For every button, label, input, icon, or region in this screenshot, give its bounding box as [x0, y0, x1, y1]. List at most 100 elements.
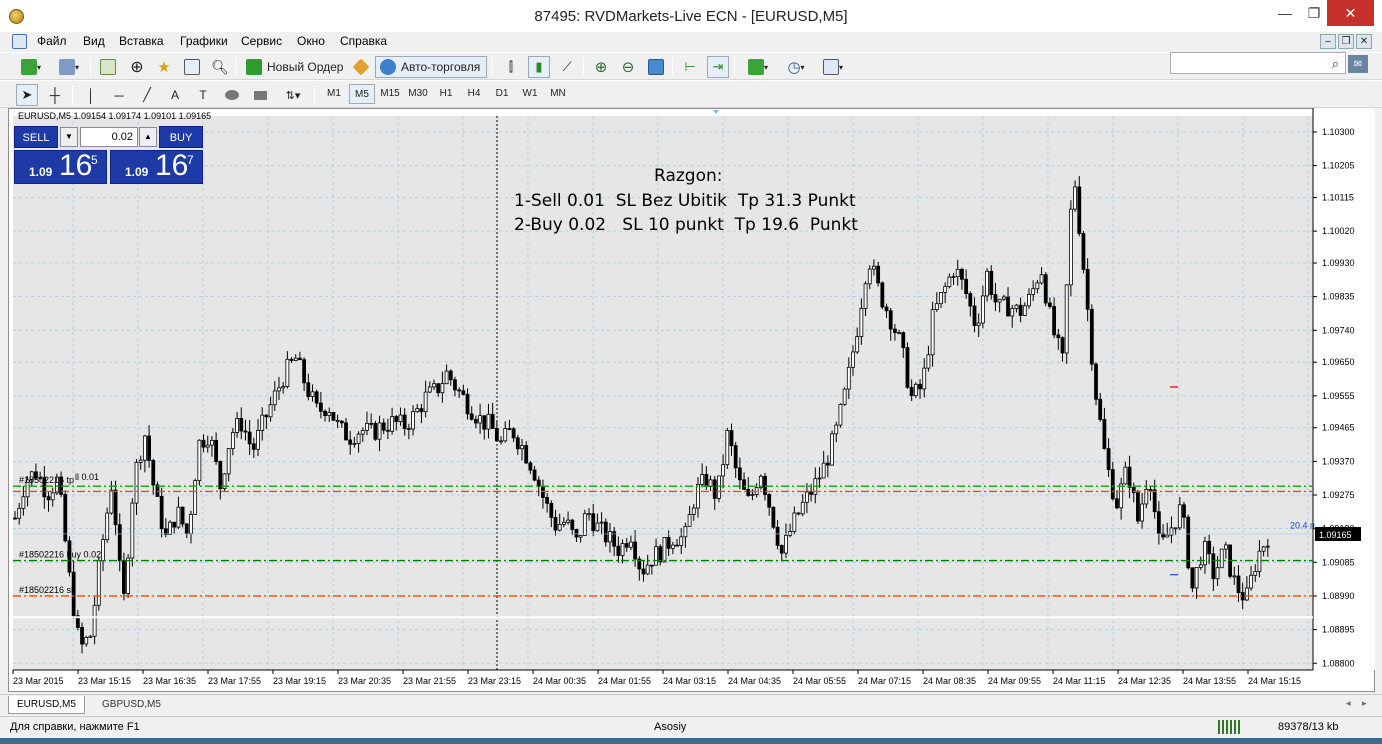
timeframe-m5[interactable]: M5	[349, 84, 375, 104]
candle-body	[532, 469, 537, 481]
sell-button[interactable]: SELL	[14, 126, 58, 148]
timeframe-m1[interactable]: M1	[321, 84, 347, 104]
candle-body	[360, 429, 365, 435]
vertical-line-tool[interactable]: │	[80, 84, 102, 106]
data-window-button[interactable]: ⊕	[126, 56, 148, 78]
auto-trading-button[interactable]: Авто-торговля	[375, 56, 487, 78]
bar-chart-button[interactable]: ⫿	[500, 56, 522, 78]
candle-body	[21, 496, 26, 509]
auto-trading-label: Авто-торговля	[401, 60, 481, 74]
cursor-tool[interactable]: ➤	[16, 84, 38, 106]
mdi-close-button[interactable]: ✕	[1356, 34, 1372, 49]
menu-charts[interactable]: Графики	[180, 34, 228, 48]
candle-body	[846, 366, 851, 390]
candle-body	[101, 539, 105, 562]
ellipse-tool[interactable]	[221, 84, 243, 106]
candle-body	[834, 424, 839, 435]
taskbar-strip	[0, 738, 1382, 744]
search-input[interactable]: ⌕	[1170, 52, 1346, 74]
terminal-button[interactable]	[181, 56, 203, 78]
text-tool[interactable]: A	[164, 84, 186, 106]
timeframe-mn[interactable]: MN	[545, 84, 571, 104]
menu-insert[interactable]: Вставка	[119, 34, 164, 48]
candle-body	[520, 445, 524, 450]
candlestick-button[interactable]: ▮	[528, 56, 550, 78]
candle-body	[670, 544, 675, 549]
messages-button[interactable]: ✉	[1348, 55, 1368, 73]
horizontal-line-tool[interactable]: ─	[108, 84, 130, 106]
candle-body	[976, 322, 981, 327]
periods-button[interactable]: ◷ ▾	[779, 56, 813, 78]
candle-body	[679, 536, 684, 546]
crosshair-tool[interactable]: ┼	[44, 84, 66, 106]
shift-marker-triangle[interactable]	[713, 110, 719, 114]
templates-button[interactable]: ▾	[816, 56, 850, 78]
lot-size-input[interactable]: 0.02	[80, 127, 138, 147]
candle-body	[243, 430, 248, 433]
timeframe-h1[interactable]: H1	[433, 84, 459, 104]
market-watch-button[interactable]	[97, 56, 119, 78]
candle-body	[1173, 527, 1178, 530]
zoom-in-button[interactable]: ⊕	[590, 56, 612, 78]
candle-body	[947, 276, 952, 287]
text-label-tool[interactable]: T	[192, 84, 214, 106]
candle-body	[427, 386, 432, 393]
sell-price-button[interactable]: 1.09 16 5	[14, 149, 107, 184]
menu-tools[interactable]: Сервис	[241, 34, 282, 48]
strategy-tester-button[interactable]: 🔍︎	[209, 56, 231, 78]
new-chart-button[interactable]: ▾	[14, 56, 48, 78]
profiles-button[interactable]: ▾	[52, 56, 86, 78]
candle-body	[461, 390, 466, 395]
x-tick-label: 23 Mar 16:35	[143, 676, 196, 686]
timeframe-h4[interactable]: H4	[461, 84, 487, 104]
timeframe-w1[interactable]: W1	[517, 84, 543, 104]
menu-view[interactable]: Вид	[83, 34, 105, 48]
mdi-minimize-button[interactable]: ‒	[1320, 34, 1336, 49]
candle-body	[406, 428, 411, 430]
chat-icon: ✉	[1353, 58, 1363, 70]
timeframe-d1[interactable]: D1	[489, 84, 515, 104]
rectangle-tool[interactable]	[249, 84, 271, 106]
candle-body	[226, 448, 231, 475]
buy-price-button[interactable]: 1.09 16 7	[110, 149, 203, 184]
candle-body	[779, 545, 784, 554]
candle-body	[700, 474, 705, 485]
tab-eurusd[interactable]: EURUSD,M5	[8, 696, 85, 714]
new-order-button[interactable]: Новый Ордер	[242, 56, 348, 78]
metaeditor-button[interactable]	[350, 56, 372, 78]
buy-price-prefix: 1.09	[125, 165, 149, 179]
tab-scroll-left-icon[interactable]: ◂	[1346, 698, 1351, 709]
menu-window[interactable]: Окно	[297, 34, 325, 48]
tab-scroll-right-icon[interactable]: ▸	[1362, 698, 1367, 709]
mdi-restore-button[interactable]: ❐	[1338, 34, 1354, 49]
timeframe-m15[interactable]: M15	[377, 84, 403, 104]
menu-file[interactable]: Файл	[37, 34, 67, 48]
tab-gbpusd[interactable]: GBPUSD,M5	[94, 696, 169, 714]
indicators-button[interactable]: ▾	[741, 56, 775, 78]
tile-windows-button[interactable]	[645, 56, 667, 78]
navigator-button[interactable]: ★	[153, 56, 175, 78]
chart-shift-button[interactable]: ⊢	[679, 56, 701, 78]
timeframe-m30[interactable]: M30	[405, 84, 431, 104]
candle-body	[247, 431, 252, 445]
candle-body	[511, 428, 516, 439]
buy-button[interactable]: BUY	[159, 126, 203, 148]
zoom-out-button[interactable]: ⊖	[617, 56, 639, 78]
x-tick-label: 23 Mar 2015	[13, 676, 64, 686]
line-chart-button[interactable]: ⟋	[556, 56, 578, 78]
market-watch-icon	[100, 59, 116, 75]
chart-window-icon[interactable]	[12, 34, 27, 49]
candle-body	[80, 627, 84, 645]
restore-button[interactable]: ❐	[1297, 0, 1331, 26]
search-icon[interactable]: ⌕	[1332, 56, 1339, 72]
auto-scroll-button[interactable]: ⇥	[707, 56, 729, 78]
candle-body	[327, 411, 332, 416]
lot-increase-button[interactable]: ▲	[139, 127, 157, 147]
candle-body	[465, 393, 470, 415]
candle-body	[344, 422, 348, 441]
close-button[interactable]: ✕	[1327, 0, 1374, 26]
lot-decrease-button[interactable]: ▼	[60, 127, 78, 147]
arrows-tool[interactable]: ⇅▾	[278, 84, 308, 106]
menu-help[interactable]: Справка	[340, 34, 387, 48]
trendline-tool[interactable]: ╱	[136, 84, 158, 106]
